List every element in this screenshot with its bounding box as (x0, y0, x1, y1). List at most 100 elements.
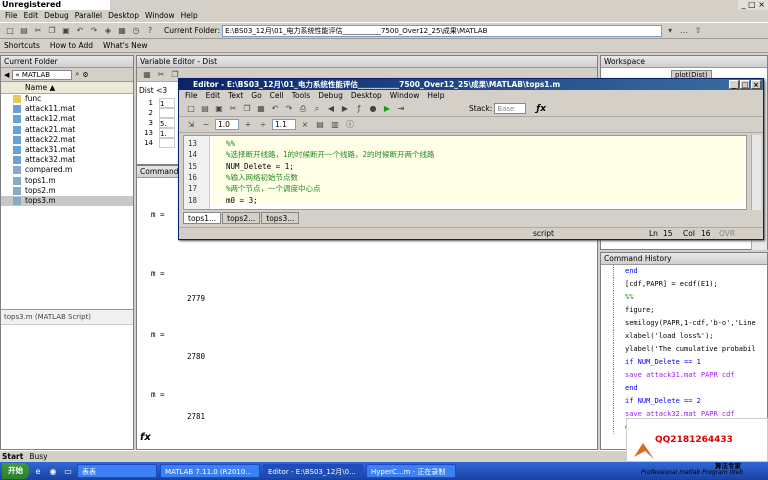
new-file-icon[interactable]: □ (4, 25, 16, 37)
variable-row[interactable]: 13 1. (139, 128, 179, 138)
cut-icon[interactable]: ✂ (32, 25, 44, 37)
file-list-item[interactable]: attack22.mat (1, 135, 133, 145)
history-item[interactable]: end (601, 382, 767, 395)
browse-icon[interactable]: … (678, 25, 690, 37)
window-controls[interactable]: _ □ × (738, 0, 768, 10)
minimize-icon[interactable]: _ (729, 80, 739, 89)
editor-title-bar[interactable]: Editor - E:\BS03_12月\01_电力系统性能评估________… (179, 79, 763, 90)
history-item[interactable]: %% (601, 291, 767, 304)
row-value[interactable]: 1 (159, 98, 175, 108)
history-item[interactable]: save attack31.mat PAPR cdf (601, 369, 767, 382)
profiler-icon[interactable]: ◷ (130, 25, 142, 37)
variable-row[interactable]: 2 (139, 108, 179, 118)
row-value[interactable] (159, 138, 175, 148)
search-icon[interactable]: ⌕ (75, 70, 79, 79)
open-icon[interactable]: ▤ (18, 25, 30, 37)
increment-value-input[interactable]: 1.1 (272, 119, 296, 130)
folder-nav-path[interactable]: « MATLAB (12, 69, 73, 80)
fx-icon[interactable]: ƒx (536, 104, 546, 114)
code-line[interactable]: 18 m0 = 3; (184, 195, 744, 206)
cut-icon[interactable]: ✂ (227, 103, 239, 115)
editor-menu-file[interactable]: File (181, 90, 202, 101)
code-line[interactable]: 16 %输入网络初始节点数 (184, 172, 744, 183)
editor-tab[interactable]: tops3... (261, 212, 300, 224)
editor-menu-help[interactable]: Help (423, 90, 448, 101)
copy-icon[interactable]: ❐ (241, 103, 253, 115)
back-icon[interactable]: ◀ (4, 71, 9, 79)
file-list-item[interactable]: attack11.mat (1, 104, 133, 114)
taskbar-hypercam[interactable]: HyperC...m - 正在录制 (366, 464, 456, 478)
editor-tab[interactable]: tops1... (183, 212, 222, 224)
editor-scrollbar[interactable] (751, 135, 761, 210)
windows-start-button[interactable]: 开始 (2, 463, 29, 479)
history-item[interactable]: ylabel('The cumulative probabil (601, 343, 767, 356)
undo-icon[interactable]: ↶ (74, 25, 86, 37)
save-icon[interactable]: ▣ (213, 103, 225, 115)
whats-new-link[interactable]: What's New (103, 41, 147, 50)
dropdown-icon[interactable]: ▾ (664, 25, 676, 37)
ie-icon[interactable]: e (32, 465, 44, 477)
code-line[interactable]: 13%% (184, 138, 744, 149)
redo-icon[interactable]: ↷ (88, 25, 100, 37)
forward-icon[interactable]: ▶ (339, 103, 351, 115)
close-icon[interactable]: × (751, 80, 761, 89)
history-item[interactable]: [cdf,PAPR] = ecdf(E1); (601, 278, 767, 291)
editor-menu-go[interactable]: Go (247, 90, 265, 101)
editor-menu-text[interactable]: Text (224, 90, 247, 101)
multiply-icon[interactable]: × (299, 119, 311, 131)
cell-icon[interactable]: ▤ (314, 119, 326, 131)
history-item[interactable]: xlabel('load loss%'); (601, 330, 767, 343)
decrement-value-input[interactable]: 1.0 (215, 119, 239, 130)
menu-edit[interactable]: Edit (21, 10, 42, 22)
paste-icon[interactable]: ▦ (255, 103, 267, 115)
copy-icon[interactable]: ❐ (46, 25, 58, 37)
editor-menu-debug[interactable]: Debug (314, 90, 347, 101)
taskbar-folder[interactable]: 表表 (77, 464, 157, 478)
how-to-add-link[interactable]: How to Add (50, 41, 93, 50)
editor-menu-desktop[interactable]: Desktop (347, 90, 386, 101)
maximize-icon[interactable]: □ (740, 80, 750, 89)
paste-icon[interactable]: ▣ (60, 25, 72, 37)
code-line[interactable]: 15 NUM_Delete = 1; (184, 161, 744, 172)
editor-menu-tools[interactable]: Tools (288, 90, 314, 101)
media-icon[interactable]: ◉ (47, 465, 59, 477)
variable-row[interactable]: 11 (139, 98, 179, 108)
menu-file[interactable]: File (2, 10, 21, 22)
code-line[interactable]: 17 %两个节点，一个调度中心点 (184, 183, 744, 194)
file-list-item[interactable]: tops2.m (1, 186, 133, 196)
code-line[interactable]: 14 %选择断开线路，1的时候断开一个线路，2的时候断开两个线路 (184, 149, 744, 160)
stack-select[interactable]: Base (494, 103, 527, 114)
editor-menu-window[interactable]: Window (386, 90, 424, 101)
cell-eval-icon[interactable]: ⇲ (185, 119, 197, 131)
print-icon[interactable]: ⎙ (297, 103, 309, 115)
editor-menu-edit[interactable]: Edit (202, 90, 225, 101)
row-value[interactable] (159, 108, 175, 118)
open-icon[interactable]: ▤ (199, 103, 211, 115)
divide-icon[interactable]: ÷ (257, 119, 269, 131)
run-icon[interactable]: ▶ (381, 103, 393, 115)
file-list-item[interactable]: attack31.mat (1, 145, 133, 155)
menu-desktop[interactable]: Desktop (105, 10, 142, 22)
history-item[interactable]: semilogy(PAPR,1-cdf,'b-o','Line (601, 317, 767, 330)
cut-icon[interactable]: ✂ (155, 69, 167, 81)
history-item[interactable]: if NUM_Delete == 2 (601, 395, 767, 408)
history-item[interactable]: end (601, 265, 767, 278)
help-icon[interactable]: ? (144, 25, 156, 37)
new-icon[interactable]: □ (185, 103, 197, 115)
taskbar-matlab[interactable]: MATLAB 7.11.0 (R2010... (160, 464, 260, 478)
current-folder-input[interactable]: E:\BS03_12月\01_电力系统性能评估___________7500_O… (222, 24, 663, 37)
plus-icon[interactable]: + (242, 119, 254, 131)
file-list-item[interactable]: attack32.mat (1, 155, 133, 165)
cell-advance-icon[interactable]: ▥ (329, 119, 341, 131)
find-icon[interactable]: ⌕ (311, 103, 323, 115)
desktop-icon[interactable]: ▭ (62, 465, 74, 477)
redo-icon[interactable]: ↷ (283, 103, 295, 115)
variable-tab[interactable]: Dist <3 (139, 86, 167, 95)
file-list-item[interactable]: attack12.mat (1, 114, 133, 124)
history-item[interactable]: if NUM_Delete == 1 (601, 356, 767, 369)
minus-icon[interactable]: − (200, 119, 212, 131)
column-header-name[interactable]: Name ▲ (1, 82, 133, 94)
variable-row[interactable]: 14 (139, 138, 179, 148)
menu-parallel[interactable]: Parallel (72, 10, 105, 22)
undo-icon[interactable]: ↶ (269, 103, 281, 115)
